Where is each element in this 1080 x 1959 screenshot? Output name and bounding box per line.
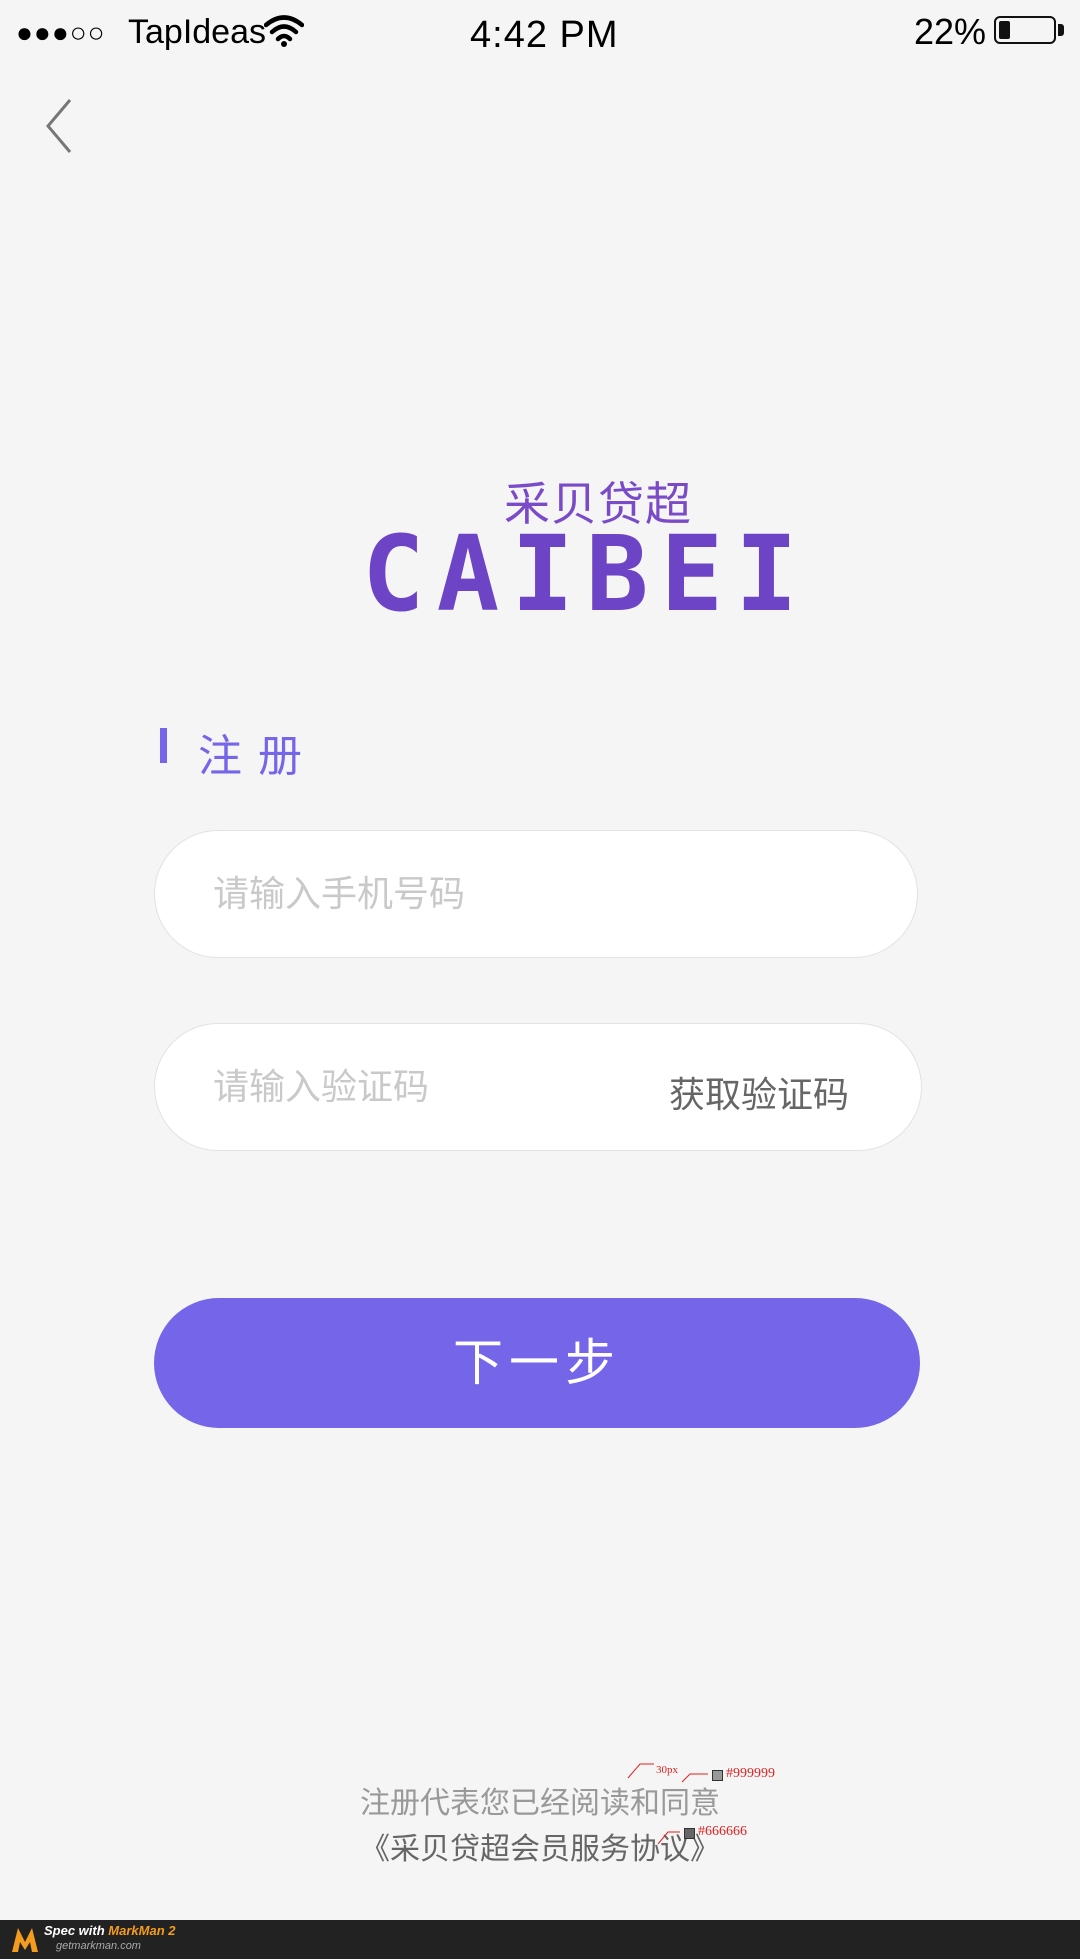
battery-percent: 22% xyxy=(914,11,987,52)
page-title: 注册 xyxy=(198,731,318,782)
get-code-button[interactable]: 获取验证码 xyxy=(669,1066,849,1118)
spec-color-swatch xyxy=(684,1828,695,1839)
markman-logo-icon xyxy=(12,1928,38,1952)
status-bar: ●●●○○ TapIdeas 4:42 PM 22% xyxy=(0,0,1080,66)
markman-url: getmarkman.com xyxy=(56,1940,141,1952)
logo-english: CAIBEI xyxy=(362,513,810,635)
signal-strength-icon: ●●●○○ xyxy=(16,17,106,48)
service-agreement-link[interactable]: 《采贝贷超会员服务协议》 xyxy=(0,1824,1080,1868)
phone-field xyxy=(154,830,918,958)
markman-credit: Spec with MarkMan 2 xyxy=(44,1923,176,1938)
verification-code-field: 获取验证码 xyxy=(154,1023,922,1151)
phone-input[interactable] xyxy=(213,831,693,957)
battery-fill xyxy=(999,21,1010,39)
spec-color-label: #666666 xyxy=(698,1824,747,1839)
clock: 4:42 PM xyxy=(470,14,619,56)
battery-icon xyxy=(994,14,1064,48)
spec-font-size-label: 30px xyxy=(656,1764,678,1776)
spec-color-label: #999999 xyxy=(726,1766,775,1781)
chevron-left-icon xyxy=(46,99,72,153)
markman-footer: Spec with MarkMan 2 getmarkman.com xyxy=(0,1920,1080,1959)
spec-color-swatch xyxy=(712,1770,723,1781)
section-title-marker xyxy=(160,728,167,763)
carrier-name: TapIdeas xyxy=(128,13,266,51)
back-button[interactable] xyxy=(36,94,88,158)
agreement-text: 注册代表您已经阅读和同意 xyxy=(360,1786,720,1821)
next-step-button[interactable]: 下一步 xyxy=(154,1298,920,1428)
verification-code-input[interactable] xyxy=(213,1024,693,1150)
wifi-icon xyxy=(264,15,304,47)
